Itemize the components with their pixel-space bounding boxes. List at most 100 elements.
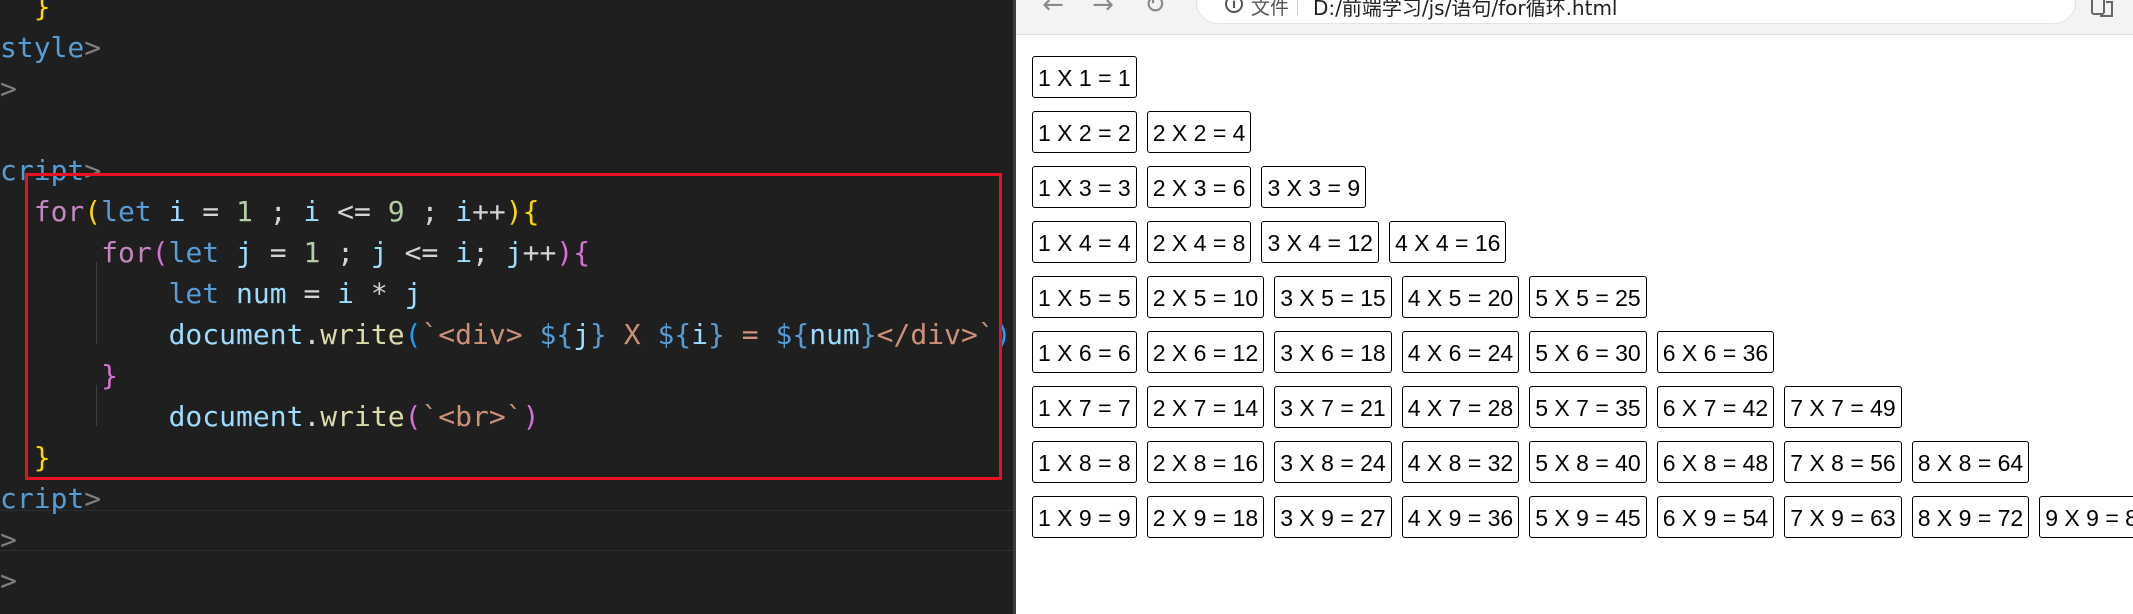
table-row: 1 X 8 = 82 X 8 = 16 3 X 8 = 24 4 X 8 = 32 5… <box>1032 441 2133 496</box>
code-line[interactable]: > <box>0 68 1015 109</box>
code-token: style <box>0 31 85 64</box>
product-cell: 5 X 5 = 25 <box>1529 276 1647 318</box>
product-cell: 7 X 9 = 63 <box>1784 496 1902 538</box>
code-token: > <box>84 31 102 64</box>
code-token: } <box>33 441 51 474</box>
code-token: } <box>859 318 877 351</box>
product-cell: 1 X 5 = 5 <box>1032 276 1137 318</box>
product-cell: 6 X 7 = 42 <box>1656 386 1775 428</box>
code-token: `<br>` <box>421 400 523 433</box>
back-button[interactable]: ← <box>1036 0 1070 22</box>
code-line[interactable]: style> <box>0 27 1015 68</box>
product-cell: 8 X 8 = 64 <box>1911 441 2030 483</box>
product-cell: 7 X 8 = 56 <box>1784 441 1902 483</box>
code-token: * <box>354 277 405 310</box>
product-cell: 3 X 8 = 24 <box>1274 441 1392 483</box>
product-cell: 4 X 8 = 32 <box>1401 441 1520 483</box>
code-token: ${ <box>539 318 574 351</box>
code-editor[interactable]: } style> > cript> for(let i = 1 ; i <= 9 ; … <box>0 0 1015 614</box>
arrow-left-icon: ← <box>1042 0 1064 20</box>
file-label: 文件 <box>1251 0 1290 19</box>
immersive-reader-icon[interactable] <box>2089 0 2115 20</box>
code-token: let <box>101 195 152 228</box>
product-cell: 2 X 8 = 16 <box>1146 441 1265 483</box>
code-token: { <box>522 195 540 228</box>
product-cell: 1 X 7 = 7 <box>1032 386 1137 428</box>
code-token: X <box>606 318 658 351</box>
product-cell: 3 X 9 = 27 <box>1274 496 1392 538</box>
table-row: 1 X 5 = 52 X 5 = 10 3 X 5 = 15 4 X 5 = 20 5… <box>1032 276 2133 331</box>
code-line[interactable]: } <box>0 437 1015 478</box>
indent-guide <box>96 262 97 344</box>
code-token: ( <box>151 236 169 269</box>
code-token: ; <box>472 236 506 269</box>
product-cell: 8 X 9 = 72 <box>1911 496 2030 538</box>
url-text[interactable]: D:/前端学习/js/语句/for循环.html <box>1313 0 1617 21</box>
code-line[interactable]: } <box>0 355 1015 396</box>
code-token: num <box>236 277 287 310</box>
code-token: ( <box>84 195 102 228</box>
code-token: = <box>724 318 776 351</box>
code-token: cript <box>0 154 85 187</box>
code-token: } <box>0 0 51 23</box>
code-token: ( <box>404 400 422 433</box>
code-token: for <box>101 236 152 269</box>
code-line[interactable]: document.write(`<br>`) <box>0 396 1015 437</box>
product-cell: 5 X 7 = 35 <box>1529 386 1647 428</box>
table-row: 1 X 1 = 1 <box>1032 56 2133 111</box>
code-token: <= <box>320 195 388 228</box>
code-line[interactable]: document.write(`<div> ${j} X ${i} = ${nu… <box>0 314 1015 355</box>
code-token: } <box>708 318 725 351</box>
code-line[interactable]: for(let j = 1 ; j <= i; j++){ <box>0 232 1015 273</box>
product-cell: 1 X 3 = 3 <box>1032 166 1137 208</box>
code-line[interactable]: > <box>0 519 1015 560</box>
indent-guide <box>96 385 97 426</box>
code-token: j <box>236 236 253 269</box>
refresh-button[interactable]: ↻ <box>1138 0 1172 22</box>
forward-button[interactable]: → <box>1086 0 1120 22</box>
code-token: ) <box>994 318 1012 351</box>
code-line[interactable]: let num = i * j <box>0 273 1015 314</box>
code-token: let <box>168 236 220 269</box>
browser-toolbar: ← → ↻ i 文件 D:/前端学习/js/语句/for循环.html <box>1016 0 2133 35</box>
product-cell: 1 X 6 = 6 <box>1032 331 1137 373</box>
code-line[interactable]: cript> <box>0 150 1015 191</box>
product-cell: 4 X 6 = 24 <box>1401 331 1520 373</box>
code-token: > <box>84 154 102 187</box>
code-token: write <box>320 400 405 433</box>
info-icon[interactable]: i <box>1225 0 1243 13</box>
code-token: j <box>505 236 523 269</box>
code-line[interactable] <box>0 109 1015 150</box>
table-row: 1 X 4 = 42 X 4 = 83 X 4 = 12 4 X 4 = 16 <box>1032 221 2133 276</box>
code-line[interactable]: cript> <box>0 478 1015 519</box>
code-token: write <box>320 318 405 351</box>
code-token: </div>` <box>876 318 995 351</box>
browser-window: ← → ↻ i 文件 D:/前端学习/js/语句/for循环.html 1 X … <box>1016 0 2133 614</box>
code-token: i <box>691 318 709 351</box>
product-cell: 7 X 7 = 49 <box>1784 386 1902 428</box>
code-line[interactable]: > <box>0 560 1015 601</box>
code-token: 9 <box>387 195 405 228</box>
code-token: num <box>809 318 860 351</box>
code-token: let <box>168 277 220 310</box>
code-token: 1 <box>236 195 253 228</box>
product-cell: 5 X 9 = 45 <box>1529 496 1647 538</box>
code-token: i <box>303 195 321 228</box>
code-token: ++ <box>472 195 506 228</box>
code-token: document <box>168 318 304 351</box>
address-bar[interactable]: i 文件 D:/前端学习/js/语句/for循环.html <box>1196 0 2076 24</box>
code-line[interactable]: } <box>0 0 1015 27</box>
code-token: ++ <box>522 236 557 269</box>
code-token: `<div> <box>421 318 540 351</box>
code-token: > <box>84 482 102 515</box>
code-line[interactable]: for(let i = 1 ; i <= 9 ; i++){ <box>0 191 1015 232</box>
code-token: <= <box>387 236 456 269</box>
code-token: cript <box>0 482 85 515</box>
code-token: } <box>590 318 607 351</box>
